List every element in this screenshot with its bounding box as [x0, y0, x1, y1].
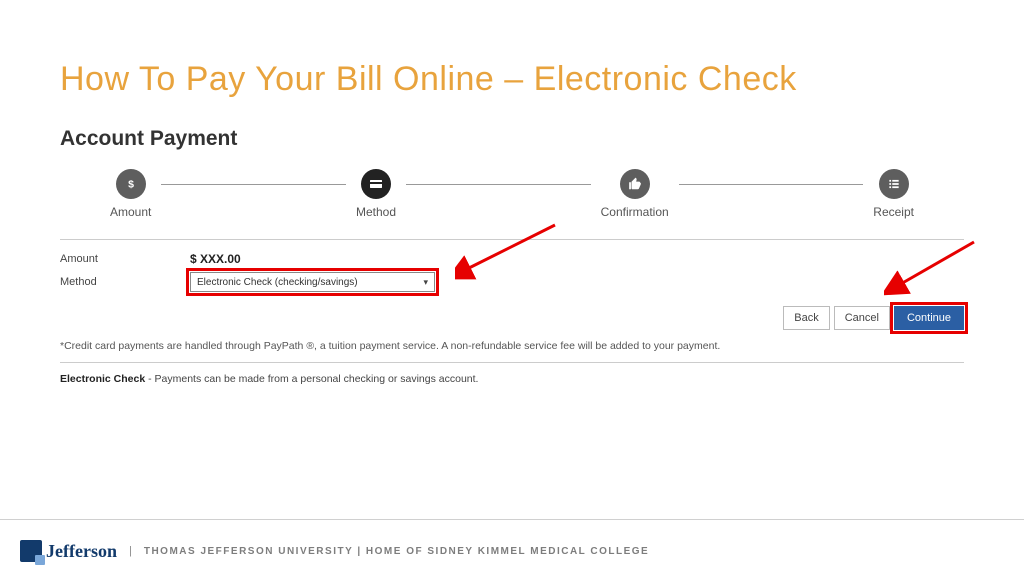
- divider: [60, 362, 964, 363]
- chevron-down-icon: ▾: [423, 277, 428, 288]
- amount-value: $ XXX.00: [190, 252, 241, 266]
- panel-title: Account Payment: [60, 127, 964, 151]
- method-label: Method: [60, 276, 190, 288]
- step-confirmation: Confirmation: [591, 169, 679, 219]
- step-label: Confirmation: [601, 205, 669, 219]
- divider: [60, 239, 964, 240]
- cancel-button[interactable]: Cancel: [834, 306, 890, 330]
- credit-card-note: *Credit card payments are handled throug…: [60, 340, 964, 352]
- logo-mark-icon: [20, 540, 42, 562]
- echeck-note: Electronic Check - Payments can be made …: [60, 373, 964, 385]
- wizard-steps: $ Amount Method Confirmation: [100, 169, 924, 227]
- back-button[interactable]: Back: [783, 306, 829, 330]
- step-label: Receipt: [873, 205, 914, 219]
- footer: Jefferson | THOMAS JEFFERSON UNIVERSITY …: [0, 540, 1024, 562]
- footer-rule: [0, 519, 1024, 520]
- action-buttons: Back Cancel Continue: [60, 306, 964, 330]
- dollar-icon: $: [116, 169, 146, 199]
- continue-button[interactable]: Continue: [894, 306, 964, 330]
- step-label: Amount: [110, 205, 151, 219]
- jefferson-logo: Jefferson: [20, 540, 117, 562]
- slide-title: How To Pay Your Bill Online – Electronic…: [60, 60, 964, 99]
- arrow-annotation: [455, 220, 565, 280]
- echeck-bold: Electronic Check: [60, 373, 145, 385]
- step-method: Method: [346, 169, 406, 219]
- logo-text: Jefferson: [46, 541, 117, 562]
- method-row: Method Electronic Check (checking/saving…: [60, 272, 964, 292]
- card-icon: [361, 169, 391, 199]
- step-label: Method: [356, 205, 396, 219]
- amount-row: Amount $ XXX.00: [60, 252, 964, 266]
- footer-text: THOMAS JEFFERSON UNIVERSITY | HOME OF SI…: [144, 546, 649, 557]
- list-icon: [879, 169, 909, 199]
- step-receipt: Receipt: [863, 169, 924, 219]
- thumbs-up-icon: [620, 169, 650, 199]
- method-select[interactable]: Electronic Check (checking/savings) ▾: [190, 272, 435, 292]
- method-selected-text: Electronic Check (checking/savings): [197, 277, 358, 288]
- step-amount: $ Amount: [100, 169, 161, 219]
- echeck-text: - Payments can be made from a personal c…: [145, 373, 478, 385]
- footer-separator: |: [129, 545, 132, 557]
- payment-panel: Account Payment $ Amount Method: [60, 127, 964, 385]
- amount-label: Amount: [60, 253, 190, 265]
- svg-text:$: $: [128, 179, 134, 191]
